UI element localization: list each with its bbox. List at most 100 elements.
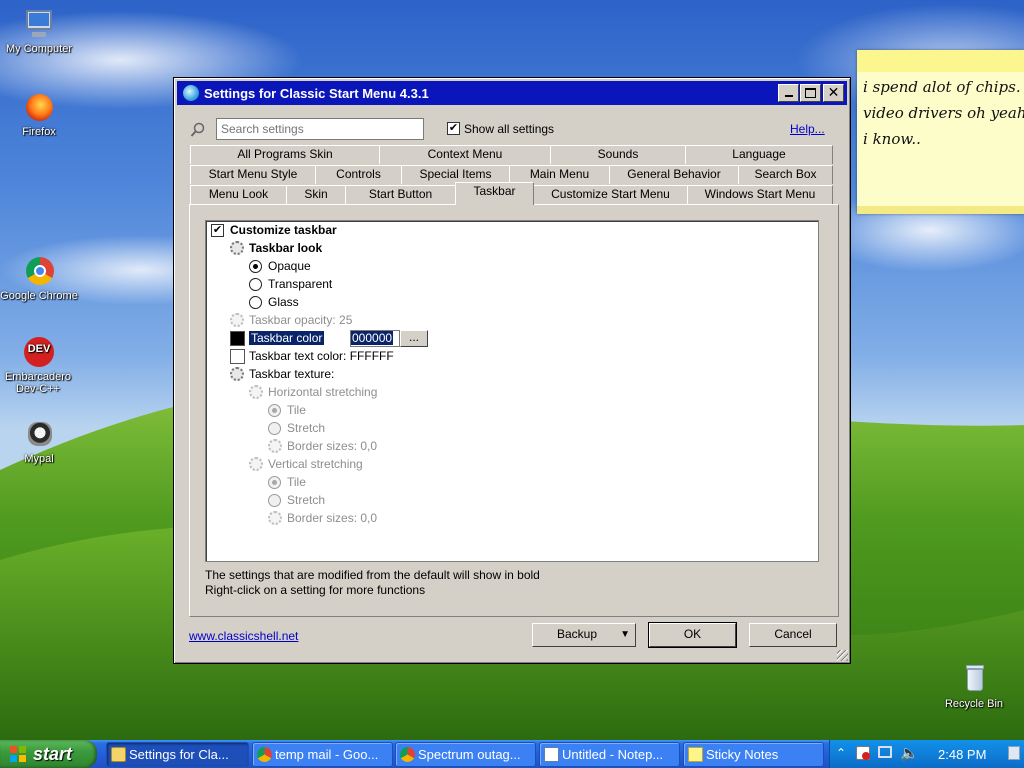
backup-label: Backup [556,627,598,641]
tab-start-menu-style[interactable]: Start Menu Style [190,165,316,184]
vertical-stretch-label[interactable]: Stretch [287,492,325,509]
settings-item-icon [230,313,244,327]
start-button[interactable]: start [0,740,97,768]
vertical-tile-radio[interactable] [268,476,281,489]
task-temp-mail[interactable]: temp mail - Goo... [252,742,393,767]
desktop-icon-my-computer[interactable]: My Computer [0,8,79,55]
task-sticky-notes[interactable]: Sticky Notes [683,742,824,767]
folder-icon [111,747,126,762]
minimize-icon [784,95,793,97]
vertical-border-sizes-label[interactable]: Border sizes: 0,0 [287,510,377,527]
taskbar-color-row[interactable]: Taskbar color 000000 ... [230,330,430,347]
tab-all-programs-skin[interactable]: All Programs Skin [190,145,380,164]
tab-search-box[interactable]: Search Box [738,165,833,184]
firefox-icon [23,91,55,123]
task-label: Settings for Cla... [129,747,229,762]
desktop-icon-devcpp[interactable]: DEV Embarcadero Dev-C++ [0,336,77,395]
horizontal-stretch-radio[interactable] [268,422,281,435]
horizontal-tile-label[interactable]: Tile [287,402,306,419]
settings-group-icon [230,241,244,255]
search-icon [190,122,205,137]
show-desktop-icon[interactable] [1008,746,1020,760]
tab-language[interactable]: Language [685,145,833,164]
tab-context-menu[interactable]: Context Menu [379,145,551,164]
network-icon[interactable] [878,746,892,758]
dialog-title-bar[interactable]: Settings for Classic Start Menu 4.3.1 ✕ [177,81,847,105]
tray-expand-icon[interactable]: ⌃ [836,746,846,760]
hint-bold-settings: The settings that are modified from the … [205,568,540,582]
desktop-icon-google-chrome[interactable]: Google Chrome [0,255,79,302]
desktop-icon-label: Google Chrome [0,290,78,302]
desktop-icon-mypal[interactable]: Mypal [0,418,79,465]
desktop-icon-label: Embarcadero Dev-C++ [4,371,72,395]
tab-menu-look[interactable]: Menu Look [190,185,287,204]
maximize-icon [805,88,816,98]
taskbar-text-color-label[interactable]: Taskbar text color: FFFFFF [249,348,394,365]
sticky-note-line: i spend alot of chips. [863,78,1021,96]
settings-item-icon [268,439,282,453]
minimize-button[interactable] [778,84,799,102]
help-link[interactable]: Help... [790,122,825,136]
tab-sounds[interactable]: Sounds [550,145,686,164]
recycle-bin-icon [958,663,990,695]
devcpp-icon: DEV [22,336,54,368]
backup-button[interactable]: Backup ▼ [532,623,636,647]
tab-start-button[interactable]: Start Button [345,185,456,204]
task-label: temp mail - Goo... [275,747,379,762]
browse-color-button[interactable]: ... [400,330,428,347]
clock[interactable]: 2:48 PM [938,747,986,762]
glass-label[interactable]: Glass [268,294,299,311]
task-spectrum-outage[interactable]: Spectrum outag... [395,742,536,767]
taskbar-color-value: 000000 [351,331,394,345]
taskbar-color-swatch [230,331,245,346]
glass-radio[interactable] [249,296,262,309]
security-icon[interactable] [856,746,870,760]
close-icon: ✕ [827,84,840,100]
cancel-button[interactable]: Cancel [749,623,837,647]
hint-right-click: Right-click on a setting for more functi… [205,583,426,597]
opaque-label[interactable]: Opaque [268,258,311,275]
desktop-icon-recycle-bin[interactable]: Recycle Bin [934,663,1014,710]
vertical-stretching-label[interactable]: Vertical stretching [268,456,363,473]
ok-button[interactable]: OK [648,622,737,648]
horizontal-tile-radio[interactable] [268,404,281,417]
settings-group-icon [249,385,263,399]
show-all-settings-checkbox[interactable]: ✔ [447,122,460,135]
classic-shell-icon [183,85,199,101]
vertical-stretch-radio[interactable] [268,494,281,507]
customize-taskbar-checkbox[interactable]: ✔ [211,224,224,237]
sticky-note-line: video drivers oh yeah [863,104,1024,122]
customize-taskbar-label[interactable]: Customize taskbar [230,222,337,239]
vertical-tile-label[interactable]: Tile [287,474,306,491]
desktop-icon-label: Recycle Bin [944,698,1004,710]
volume-icon[interactable]: 🔈 [900,744,919,762]
classicshell-website-link[interactable]: www.classicshell.net [189,629,298,643]
transparent-radio[interactable] [249,278,262,291]
sticky-note-line: i know.. [863,130,921,148]
sticky-note-footer [857,206,1024,214]
taskbar-opacity-label[interactable]: Taskbar opacity: 25 [249,312,352,329]
tab-controls[interactable]: Controls [315,165,402,184]
transparent-label[interactable]: Transparent [268,276,332,293]
taskbar-color-label: Taskbar color [249,331,325,345]
maximize-button[interactable] [800,84,821,102]
tab-skin[interactable]: Skin [286,185,346,204]
tab-taskbar[interactable]: Taskbar [455,182,534,205]
taskbar-texture-label[interactable]: Taskbar texture: [249,366,334,383]
tab-general-behavior[interactable]: General Behavior [609,165,739,184]
tab-windows-start-menu[interactable]: Windows Start Menu [687,185,833,204]
sticky-note[interactable]: i spend alot of chips. video drivers oh … [857,50,1024,214]
task-settings[interactable]: Settings for Cla... [106,742,249,767]
task-notepad[interactable]: Untitled - Notep... [539,742,680,767]
tab-customize-start-menu[interactable]: Customize Start Menu [533,185,688,204]
opaque-radio[interactable] [249,260,262,273]
taskbar-color-input[interactable]: 000000 [350,330,400,347]
close-button[interactable]: ✕ [823,84,844,102]
search-input[interactable] [216,118,424,140]
desktop-icon-firefox[interactable]: Firefox [0,91,79,138]
horizontal-stretch-label[interactable]: Stretch [287,420,325,437]
resize-grip[interactable] [837,650,848,661]
taskbar-look-label[interactable]: Taskbar look [249,240,322,257]
horizontal-border-sizes-label[interactable]: Border sizes: 0,0 [287,438,377,455]
horizontal-stretching-label[interactable]: Horizontal stretching [268,384,377,401]
